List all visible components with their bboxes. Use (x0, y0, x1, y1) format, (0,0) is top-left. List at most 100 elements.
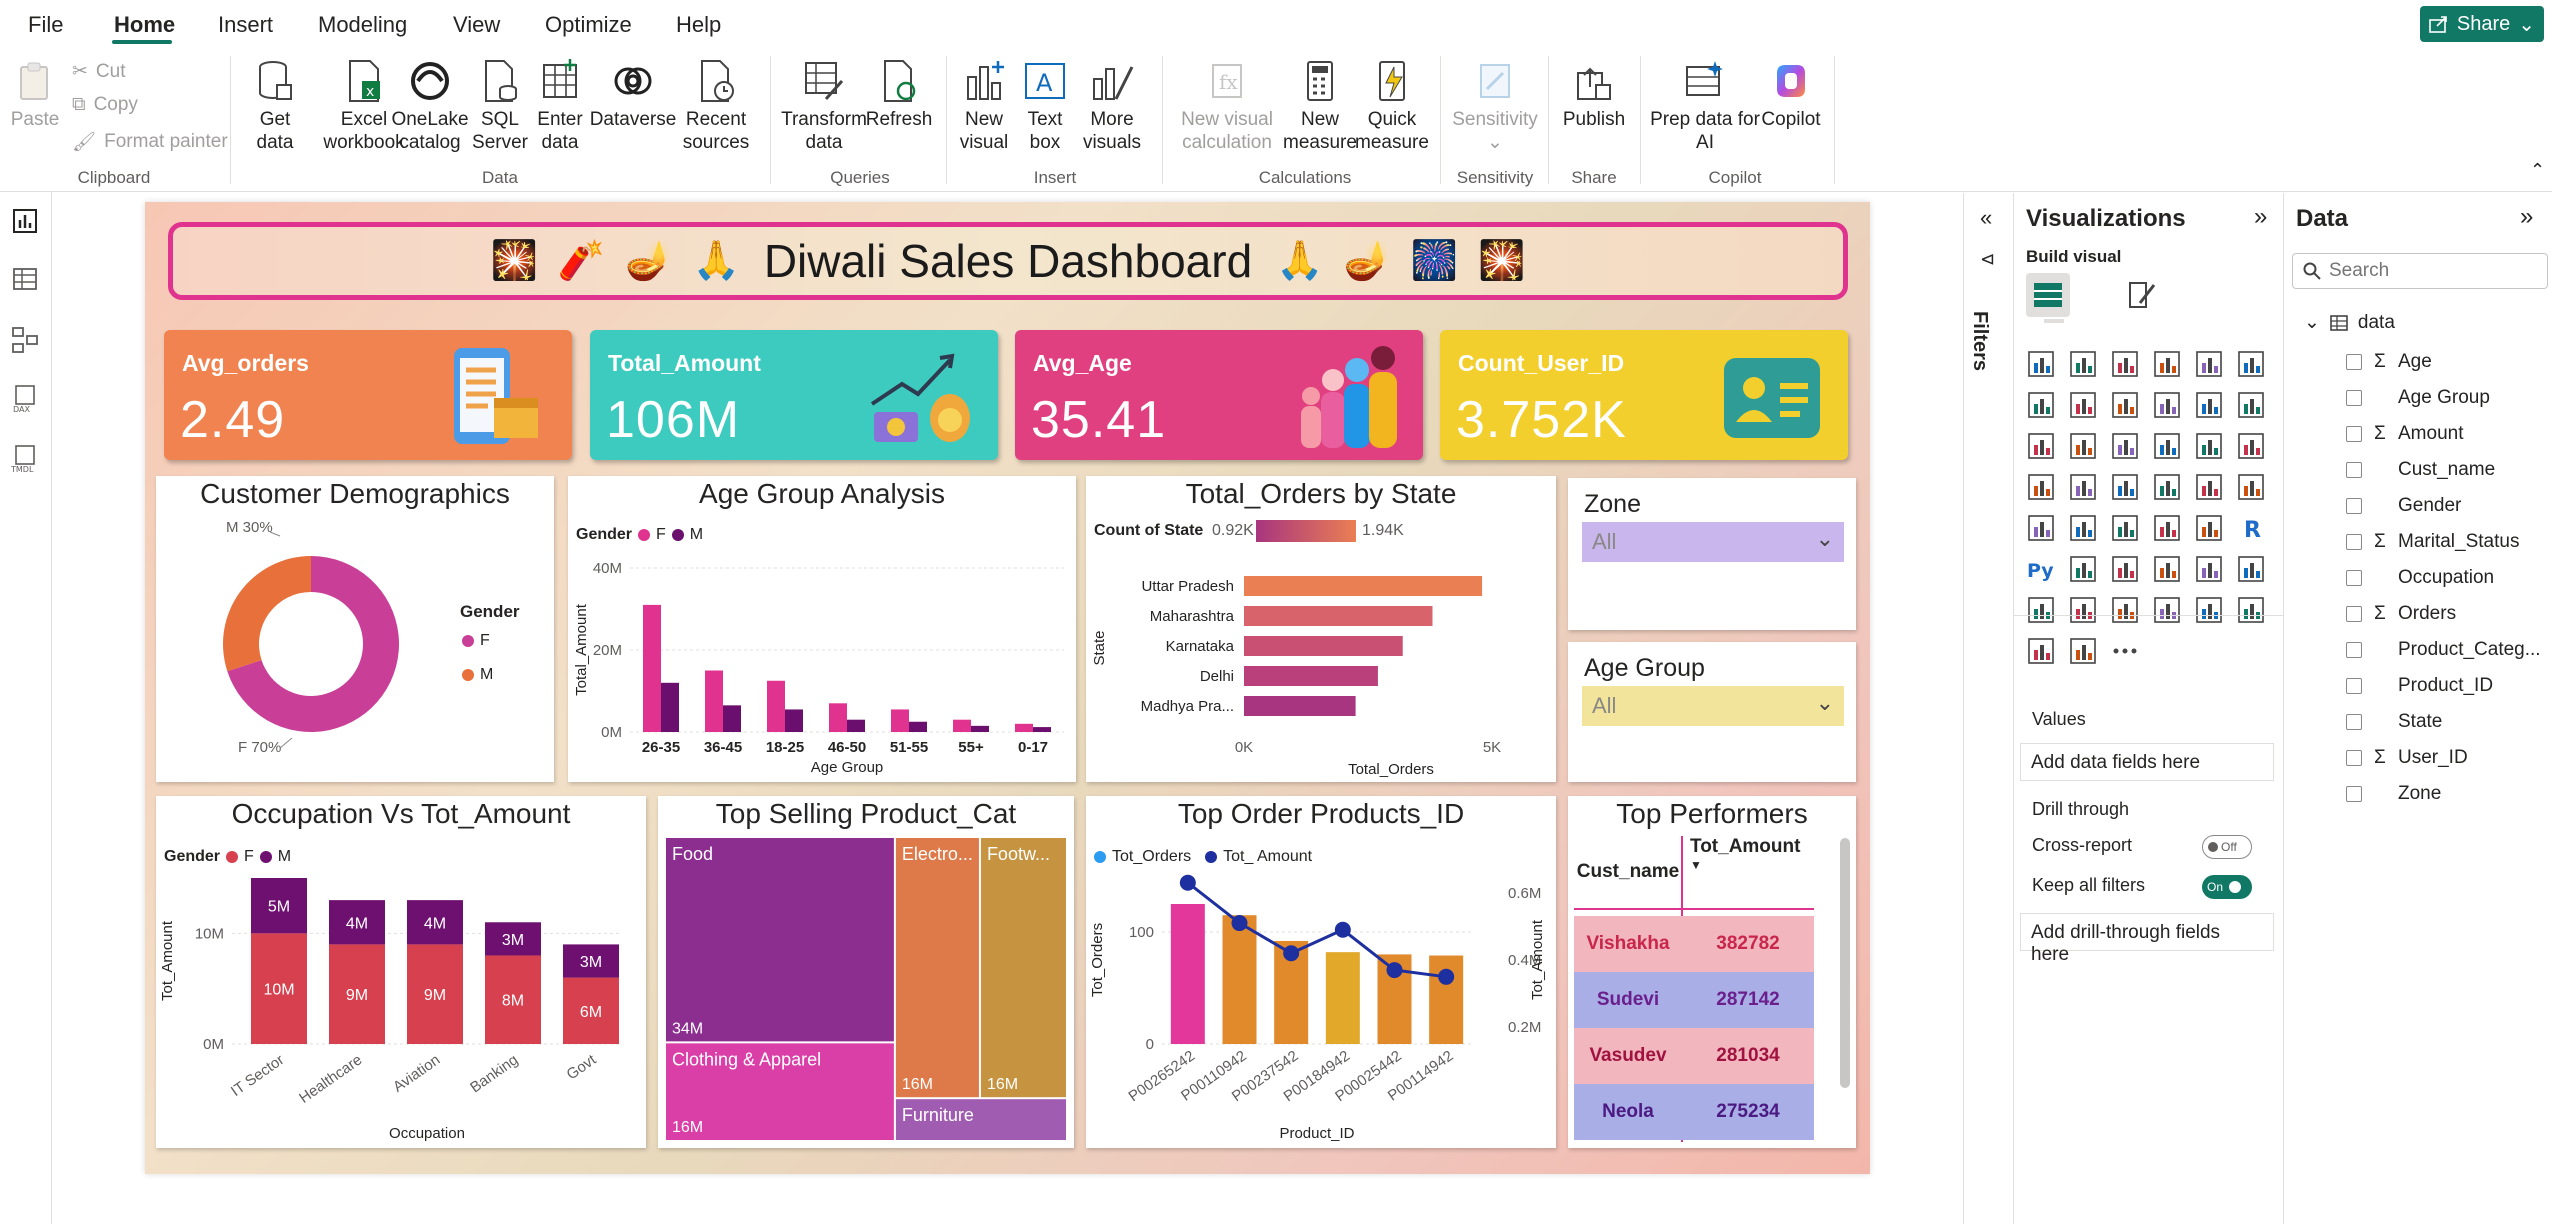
field-checkbox[interactable] (2346, 354, 2362, 370)
bar-26-35-f[interactable] (643, 604, 661, 732)
bar-state-1[interactable] (1244, 606, 1433, 626)
tmdl-view-icon[interactable]: TMDL (10, 444, 40, 474)
field-checkbox[interactable] (2346, 786, 2362, 802)
total-orders-by-state-visual[interactable]: Total_Orders by State Count of State 0.9… (1086, 476, 1556, 782)
dax-query-view-icon[interactable]: DAX (10, 384, 40, 414)
field-checkbox[interactable] (2346, 390, 2362, 406)
field-item[interactable]: Σ Age (2346, 351, 2432, 373)
recent-sources-button[interactable]: Recent sources (676, 56, 756, 154)
bar-product-0[interactable] (1170, 904, 1205, 1044)
field-item[interactable]: Gender (2346, 495, 2461, 517)
sensitivity-button[interactable]: Sensitivity ⌄ (1452, 56, 1538, 154)
power-apps-diamond-icon[interactable] (2026, 636, 2056, 666)
r-visual-icon[interactable]: R (2236, 513, 2266, 543)
age-group-analysis-visual[interactable]: Age Group Analysis Gender F M 0M 20M 40M 26… (568, 476, 1076, 782)
top-selling-product-cat-visual[interactable]: Top Selling Product_Cat Food 34M Clothing … (658, 796, 1074, 1148)
line-chart-icon[interactable] (2026, 390, 2056, 420)
collapse-pane-icon[interactable]: » (2520, 203, 2533, 231)
refresh-button[interactable]: Refresh (864, 56, 934, 131)
get-data-button[interactable]: Get data (246, 56, 304, 154)
top-order-products-visual[interactable]: Top Order Products_ID Tot_Orders Tot_ Am… (1086, 796, 1556, 1148)
enter-data-button[interactable]: Enter data (534, 56, 586, 154)
menu-modeling[interactable]: Modeling (318, 12, 407, 38)
ribbon-chart-icon[interactable] (2026, 431, 2056, 461)
age-group-dropdown[interactable]: All ⌄ (1582, 686, 1844, 726)
prep-data-for-ai-button[interactable]: Prep data for AI (1650, 56, 1760, 154)
field-item[interactable]: Σ Amount (2346, 423, 2463, 445)
kpi-card-count-user-id[interactable]: Count_User_ID 3.752K (1440, 330, 1848, 460)
publish-button[interactable]: Publish (1556, 56, 1632, 131)
customer-demographics-visual[interactable]: Customer Demographics M 30% F 70% Gender … (156, 476, 554, 782)
paginated-report-icon[interactable] (2026, 595, 2056, 625)
key-influencers-icon[interactable] (2068, 554, 2098, 584)
keep-all-filters-toggle[interactable]: On (2202, 875, 2252, 899)
data-table-node[interactable]: ⌄ data (2304, 311, 2395, 334)
funnel-icon[interactable] (2110, 431, 2140, 461)
bar-51-55-m[interactable] (909, 721, 927, 732)
expand-filters-icon[interactable]: « (1980, 205, 1992, 231)
treemap-tile-0[interactable] (666, 838, 894, 1042)
drill-through-drop-zone[interactable]: Add drill-through fields here (2020, 913, 2274, 965)
field-checkbox[interactable] (2346, 714, 2362, 730)
stacked-bar-icon[interactable] (2026, 349, 2056, 379)
table-row[interactable]: Neola 275234 (1574, 1084, 1814, 1140)
paste-button[interactable]: Paste (11, 56, 59, 131)
arrows-icon[interactable] (2068, 636, 2098, 666)
field-item[interactable]: Product_ID (2346, 675, 2493, 697)
bar-0-17-f[interactable] (1015, 723, 1033, 732)
donut-slice-m[interactable] (223, 556, 311, 672)
new-visual-button[interactable]: New visual (956, 56, 1012, 154)
field-item[interactable]: Cust_name (2346, 459, 2495, 481)
cross-report-toggle[interactable]: Off (2202, 835, 2252, 859)
bar-55+-m[interactable] (971, 725, 989, 732)
age-group-slicer[interactable]: Age Group All ⌄ (1568, 642, 1856, 782)
new-measure-button[interactable]: New measure (1280, 56, 1360, 154)
quick-measure-button[interactable]: Quick measure (1350, 56, 1434, 154)
menu-home[interactable]: Home (114, 12, 175, 38)
bar-18-25-f[interactable] (767, 680, 785, 732)
100-bar-icon[interactable] (2194, 349, 2224, 379)
gauge-icon[interactable] (2194, 472, 2224, 502)
zone-dropdown[interactable]: All ⌄ (1582, 522, 1844, 562)
share-button[interactable]: Share ⌄ (2420, 6, 2544, 42)
report-view-icon[interactable] (10, 206, 40, 236)
table-row[interactable]: Sudevi 287142 (1574, 972, 1814, 1028)
menu-help[interactable]: Help (676, 12, 721, 38)
cut-button[interactable]: ✂ Cut (72, 60, 126, 83)
narrative-icon[interactable] (2194, 554, 2224, 584)
bar-18-25-m[interactable] (785, 709, 803, 732)
fabric-icon[interactable] (2194, 595, 2224, 625)
100-area-icon[interactable] (2152, 390, 2182, 420)
bar-46-50-m[interactable] (847, 719, 865, 732)
multi-row-card-icon[interactable] (2026, 513, 2056, 543)
clustered-bar-icon[interactable] (2110, 349, 2140, 379)
bar-product-3[interactable] (1325, 952, 1360, 1044)
transform-data-button[interactable]: Transform data (780, 56, 868, 154)
line-column-icon[interactable] (2194, 390, 2224, 420)
kpi-card-total-amount[interactable]: Total_Amount 106M (590, 330, 998, 460)
search-input[interactable] (2329, 260, 2529, 282)
donut-chart-icon[interactable] (2236, 431, 2266, 461)
bar-55+-f[interactable] (953, 719, 971, 732)
dataverse-button[interactable]: Dataverse (588, 56, 678, 131)
menu-file[interactable]: File (28, 12, 63, 38)
line-marker-1[interactable] (1231, 915, 1248, 932)
bar-state-2[interactable] (1244, 636, 1403, 656)
bar-state-4[interactable] (1244, 696, 1356, 716)
bar-0-17-m[interactable] (1033, 727, 1051, 732)
field-checkbox[interactable] (2346, 570, 2362, 586)
text-box-button[interactable]: A Text box (1018, 56, 1072, 154)
line-marker-4[interactable] (1386, 962, 1403, 979)
new-visual-calculation-button[interactable]: fx New visual calculation (1172, 56, 1282, 154)
values-drop-zone[interactable]: Add data fields here (2020, 743, 2274, 781)
python-visual-icon[interactable]: Py (2026, 554, 2056, 584)
decomposition-tree-icon[interactable] (2110, 554, 2140, 584)
power-apps-icon[interactable] (2068, 595, 2098, 625)
bar-46-50-f[interactable] (829, 703, 847, 732)
format-painter-button[interactable]: 🖌 Format painter (72, 130, 228, 154)
table-row[interactable]: Vishakha 382782 (1574, 916, 1814, 972)
field-checkbox[interactable] (2346, 678, 2362, 694)
100-column-icon[interactable] (2236, 349, 2266, 379)
column-header-cust-name[interactable]: Cust_name (1574, 836, 1682, 908)
table-icon[interactable] (2152, 513, 2182, 543)
